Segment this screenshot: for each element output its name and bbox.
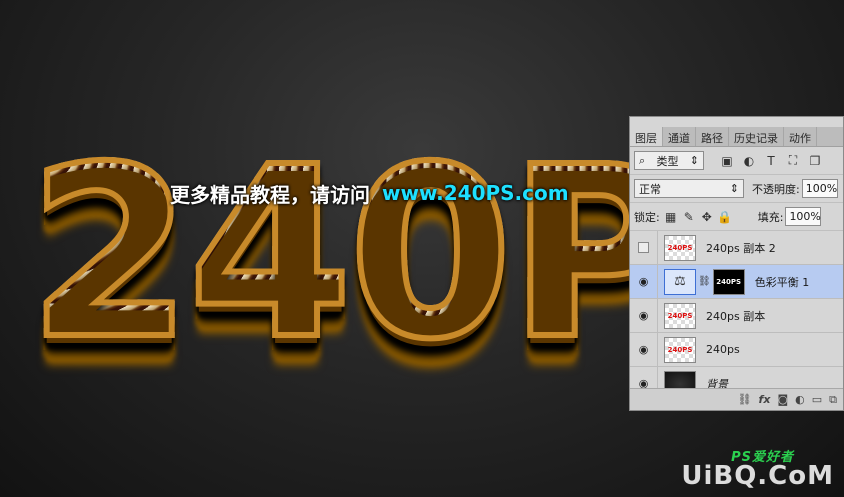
- tab-history[interactable]: 历史记录: [729, 127, 784, 146]
- artwork-big-text: 240P: [25, 116, 685, 391]
- fill-field[interactable]: 100%: [785, 207, 822, 226]
- hidden-box-icon: [638, 242, 649, 253]
- type-filter-icon[interactable]: T: [762, 152, 780, 170]
- layer-row[interactable]: ◉ ⚖ ⛓ 240PS 色彩平衡 1: [630, 264, 843, 299]
- layer-thumbnail: 240PS: [664, 302, 696, 329]
- blend-row: 正常 ⇕ 不透明度: 100%: [630, 175, 843, 203]
- shape-filter-icon[interactable]: ⛶: [784, 152, 802, 170]
- pixel-filter-icon[interactable]: ▣: [718, 152, 736, 170]
- watermark-site-text: UiBQ.CoM: [681, 461, 834, 491]
- lock-label: 锁定:: [634, 210, 660, 224]
- layer-name: 240ps 副本: [706, 309, 766, 323]
- color-balance-thumbnail: ⚖: [664, 268, 696, 295]
- layer-name: 240ps 副本 2: [706, 241, 776, 255]
- link-layers-icon[interactable]: ⛓: [738, 393, 752, 406]
- smart-object-filter-icon[interactable]: ❐: [806, 152, 824, 170]
- panel-tabs: 图层 通道 路径 历史记录 动作: [630, 127, 843, 147]
- lock-move-icon[interactable]: ✥: [698, 208, 716, 226]
- opacity-label: 不透明度:: [752, 182, 800, 196]
- updown-icon: ⇕: [729, 182, 739, 195]
- fx-icon[interactable]: fx: [759, 393, 771, 406]
- tab-actions[interactable]: 动作: [784, 127, 817, 146]
- banner-chinese-text: 更多精品教程，请访问: [170, 182, 370, 207]
- blend-mode-select[interactable]: 正常 ⇕: [634, 179, 744, 198]
- filter-row: ⌕ 类型 ⇕ ▣ ◐ T ⛶ ❐: [630, 147, 843, 175]
- layer-row[interactable]: ◉ 240PS 240ps: [630, 332, 843, 367]
- layer-thumbnail: 240PS: [664, 336, 696, 363]
- lock-brush-icon[interactable]: ✎: [680, 208, 698, 226]
- add-mask-icon[interactable]: ◙: [777, 393, 788, 406]
- visibility-toggle[interactable]: ◉: [630, 298, 658, 333]
- layers-panel: 图层 通道 路径 历史记录 动作 ⌕ 类型 ⇕ ▣ ◐ T ⛶ ❐ 正常 ⇕ 不…: [629, 116, 844, 411]
- search-icon: ⌕: [639, 153, 646, 167]
- link-chain-icon[interactable]: ⛓: [698, 276, 711, 287]
- lock-all-icon[interactable]: 🔒: [716, 208, 734, 226]
- lock-transparent-icon[interactable]: ▦: [662, 208, 680, 226]
- eye-icon: ◉: [638, 275, 649, 288]
- visibility-toggle[interactable]: ◉: [630, 332, 658, 367]
- new-adjustment-icon[interactable]: ◐: [795, 393, 805, 406]
- panel-bottom-bar: ⛓ fx ◙ ◐ ▭ ⧉: [630, 388, 843, 410]
- balance-scale-icon: ⚖: [674, 274, 686, 289]
- new-layer-icon[interactable]: ⧉: [829, 393, 837, 407]
- filter-kind-select[interactable]: ⌕ 类型 ⇕: [634, 151, 704, 170]
- layer-thumbnail: 240PS: [664, 234, 696, 261]
- blend-mode-label: 正常: [639, 182, 661, 196]
- artwork-banner: 更多精品教程，请访问 www.240PS.com: [170, 178, 569, 208]
- ps-watermark-text: PS爱好者: [731, 450, 794, 465]
- layer-name: 色彩平衡 1: [754, 275, 810, 289]
- site-watermark: PS爱好者 UiBQ.CoM: [681, 450, 834, 491]
- visibility-toggle[interactable]: ◉: [630, 264, 658, 299]
- panel-header-strip[interactable]: [630, 117, 843, 127]
- layer-row[interactable]: 240PS 240ps 副本 2: [630, 230, 843, 265]
- tab-paths[interactable]: 路径: [696, 127, 729, 146]
- layer-row[interactable]: ◉ 240PS 240ps 副本: [630, 298, 843, 333]
- lock-row: 锁定: ▦ ✎ ✥ 🔒 填充: 100%: [630, 203, 843, 231]
- banner-url-text: www.240PS.com: [382, 181, 569, 205]
- layer-mask-thumbnail: 240PS: [712, 268, 745, 295]
- tab-layers[interactable]: 图层: [630, 127, 663, 146]
- adjustment-filter-icon[interactable]: ◐: [740, 152, 758, 170]
- new-group-icon[interactable]: ▭: [812, 393, 822, 406]
- opacity-field[interactable]: 100%: [801, 179, 838, 198]
- eye-icon: ◉: [638, 309, 649, 322]
- layer-name: 240ps: [706, 343, 740, 356]
- filter-kind-label: 类型: [656, 154, 679, 168]
- eye-icon: ◉: [638, 343, 649, 356]
- visibility-toggle[interactable]: [630, 230, 658, 265]
- updown-icon: ⇕: [689, 154, 699, 167]
- fill-label: 填充:: [757, 210, 784, 224]
- tab-channels[interactable]: 通道: [663, 127, 696, 146]
